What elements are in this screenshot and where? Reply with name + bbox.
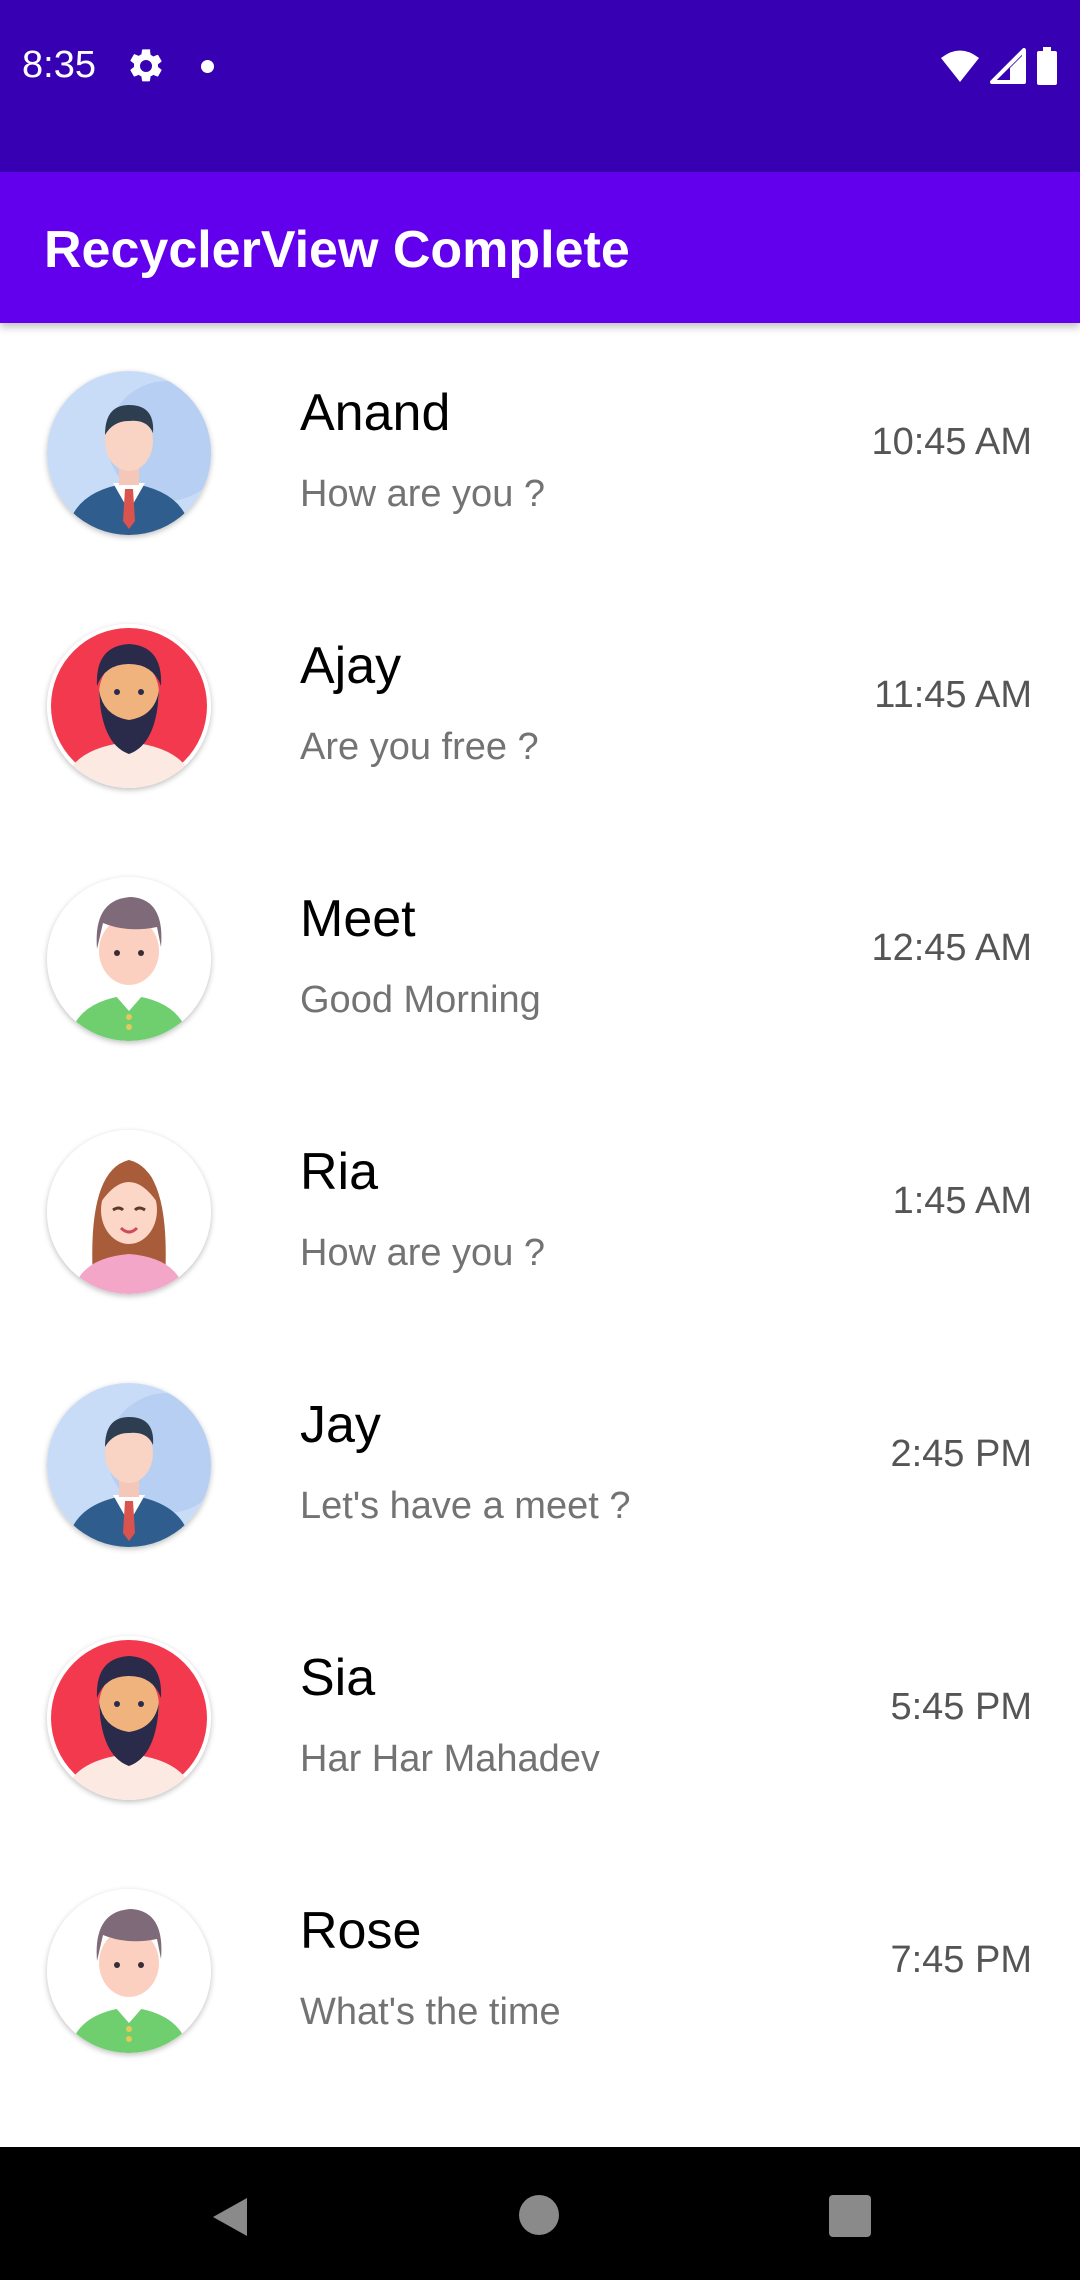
- contact-time: 11:45 AM: [874, 674, 1032, 716]
- status-bar: 8:35: [0, 0, 1080, 172]
- battery-icon: [1037, 47, 1057, 85]
- status-time: 8:35: [22, 44, 96, 86]
- contact-message: Good Morning: [300, 979, 541, 1021]
- businessman-avatar: [47, 371, 211, 535]
- contact-time: 12:45 AM: [871, 927, 1032, 969]
- boy-avatar: [47, 1889, 211, 2053]
- status-icons: [940, 44, 1058, 88]
- contact-name: Jay: [300, 1396, 381, 1454]
- contact-time: 2:45 PM: [890, 1433, 1032, 1475]
- list-item[interactable]: Ajay Are you free ? 11:45 AM: [0, 578, 1080, 831]
- contact-name: Ria: [300, 1143, 379, 1201]
- recents-icon[interactable]: [829, 2195, 871, 2237]
- navigation-bar: [0, 2147, 1080, 2280]
- notification-dot-icon: [201, 60, 214, 73]
- app-bar: RecyclerView Complete: [0, 172, 1080, 323]
- contact-message: Are you free ?: [300, 726, 539, 768]
- contact-name: Rose: [300, 1902, 422, 1960]
- contact-name: Anand: [300, 384, 451, 442]
- list-item[interactable]: Rose What's the time 7:45 PM: [0, 1843, 1080, 2096]
- contact-list[interactable]: Anand How are you ? 10:45 AM Ajay Are yo…: [0, 325, 1080, 2145]
- boy-avatar: [47, 877, 211, 1041]
- contact-message: How are you ?: [300, 1232, 546, 1274]
- contact-message: Let's have a meet ?: [300, 1485, 631, 1527]
- contact-message: What's the time: [300, 1991, 561, 2033]
- list-item[interactable]: Meet Good Morning 12:45 AM: [0, 831, 1080, 1084]
- app-title: RecyclerView Complete: [44, 221, 630, 279]
- bearded-man-avatar: [47, 624, 211, 788]
- girl-avatar: [47, 1130, 211, 1294]
- list-item[interactable]: Jay Let's have a meet ? 2:45 PM: [0, 1337, 1080, 1590]
- contact-message: Har Har Mahadev: [300, 1738, 600, 1780]
- signal-icon: [990, 48, 1026, 84]
- businessman-avatar: [47, 1383, 211, 1547]
- list-item[interactable]: Ria How are you ? 1:45 AM: [0, 1084, 1080, 1337]
- contact-time: 1:45 AM: [892, 1180, 1032, 1222]
- contact-time: 5:45 PM: [890, 1686, 1032, 1728]
- contact-name: Meet: [300, 890, 416, 948]
- home-icon[interactable]: [519, 2195, 559, 2235]
- contact-message: How are you ?: [300, 473, 546, 515]
- contact-time: 7:45 PM: [890, 1939, 1032, 1981]
- list-item[interactable]: Anand How are you ? 10:45 AM: [0, 325, 1080, 578]
- gear-icon: [130, 49, 162, 82]
- contact-time: 10:45 AM: [871, 421, 1032, 463]
- list-item[interactable]: Sia Har Har Mahadev 5:45 PM: [0, 1590, 1080, 1843]
- contact-name: Ajay: [300, 637, 402, 695]
- contact-name: Sia: [300, 1649, 376, 1707]
- back-icon[interactable]: [205, 2192, 255, 2242]
- bearded-man-avatar: [47, 1636, 211, 1800]
- wifi-icon: [941, 50, 979, 82]
